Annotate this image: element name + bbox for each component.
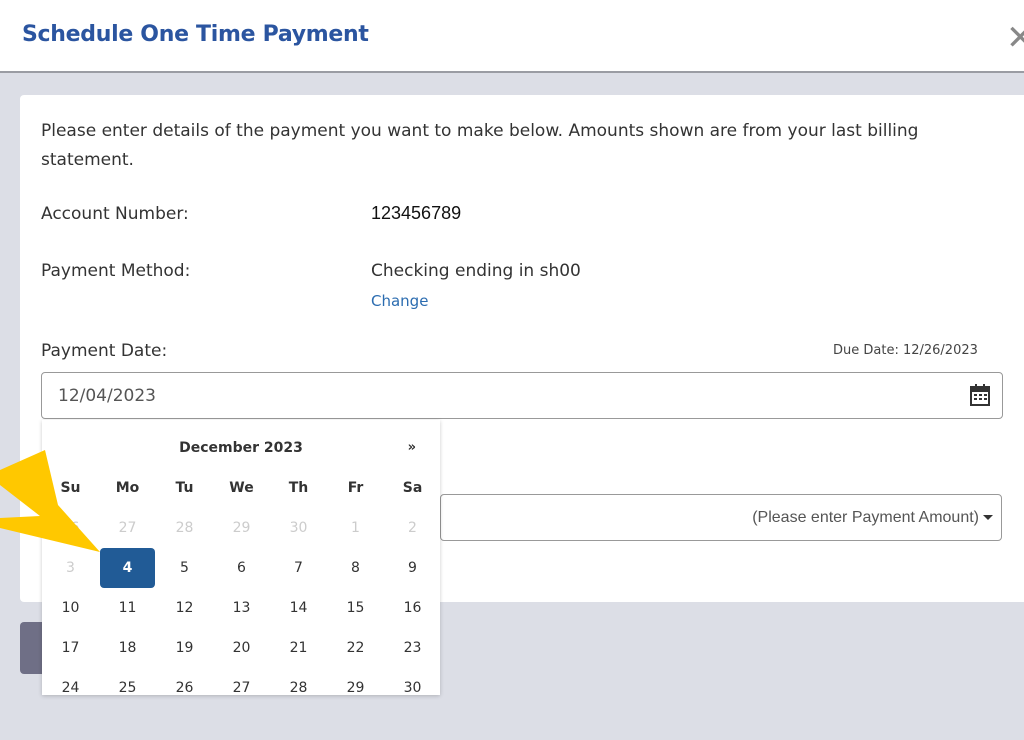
calendar-day: 29 bbox=[232, 520, 251, 536]
calendar-day[interactable]: 21 bbox=[270, 628, 327, 668]
payment-date-input[interactable]: 12/04/2023 bbox=[41, 372, 1003, 419]
close-icon[interactable]: ✕ bbox=[1006, 18, 1024, 58]
calendar-day[interactable]: 14 bbox=[270, 588, 327, 628]
method-label: Payment Method: bbox=[41, 261, 191, 281]
calendar-day[interactable]: 30 bbox=[384, 668, 440, 695]
calendar-day: 1 bbox=[351, 520, 360, 536]
weekday-header: We bbox=[229, 480, 254, 496]
weekday-header: Sa bbox=[402, 480, 423, 496]
calendar-day: 30 bbox=[289, 520, 308, 536]
calendar-day[interactable]: 25 bbox=[99, 668, 156, 695]
weekday-header: Fr bbox=[347, 480, 364, 496]
calendar-day[interactable]: 22 bbox=[327, 628, 384, 668]
intro-text: Please enter details of the payment you … bbox=[41, 121, 919, 170]
weekday-header: Tu bbox=[175, 480, 194, 496]
caret-down-icon bbox=[983, 515, 993, 520]
payment-date-label: Payment Date: bbox=[41, 341, 168, 361]
calendar-day[interactable]: 8 bbox=[327, 548, 384, 588]
calendar-icon[interactable] bbox=[970, 384, 990, 406]
payment-amount-placeholder: (Please enter Payment Amount) bbox=[752, 509, 979, 526]
calendar-day[interactable]: 12 bbox=[156, 588, 213, 628]
calendar-day[interactable]: 20 bbox=[213, 628, 270, 668]
calendar-day[interactable]: 10 bbox=[42, 588, 99, 628]
weekday-header: Th bbox=[288, 480, 309, 496]
dialog-title: Schedule One Time Payment bbox=[22, 22, 369, 47]
calendar-day[interactable]: 6 bbox=[213, 548, 270, 588]
calendar-day[interactable]: 5 bbox=[156, 548, 213, 588]
calendar-day[interactable]: 28 bbox=[270, 668, 327, 695]
calendar-day[interactable]: 24 bbox=[42, 668, 99, 695]
calendar-day[interactable]: 7 bbox=[270, 548, 327, 588]
calendar-day[interactable]: 23 bbox=[384, 628, 440, 668]
calendar-day[interactable]: 11 bbox=[99, 588, 156, 628]
calendar-day: 28 bbox=[175, 520, 194, 536]
calendar-day: 2 bbox=[408, 520, 417, 536]
account-label: Account Number: bbox=[41, 204, 189, 224]
calendar-day[interactable]: 17 bbox=[42, 628, 99, 668]
next-month-button[interactable]: » bbox=[408, 440, 416, 455]
due-date: Due Date: 12/26/2023 bbox=[833, 343, 978, 358]
dialog-header: Schedule One Time Payment ✕ bbox=[0, 0, 1024, 73]
yellow-arrow-annotation bbox=[0, 450, 100, 552]
calendar-day[interactable]: 19 bbox=[156, 628, 213, 668]
calendar-day[interactable]: 27 bbox=[213, 668, 270, 695]
calendar-day[interactable]: 26 bbox=[156, 668, 213, 695]
calendar-day[interactable]: 16 bbox=[384, 588, 440, 628]
calendar-day[interactable]: 13 bbox=[213, 588, 270, 628]
method-value: Checking ending in sh00 bbox=[371, 261, 581, 281]
calendar-day[interactable]: 29 bbox=[327, 668, 384, 695]
change-link[interactable]: Change bbox=[371, 292, 428, 310]
account-value: 123456789 bbox=[371, 203, 462, 223]
payment-date-value: 12/04/2023 bbox=[58, 386, 156, 406]
payment-amount-select[interactable]: (Please enter Payment Amount) bbox=[440, 494, 1002, 541]
calendar-day[interactable]: 9 bbox=[384, 548, 440, 588]
calendar-day[interactable]: 15 bbox=[327, 588, 384, 628]
calendar-day[interactable]: 18 bbox=[99, 628, 156, 668]
